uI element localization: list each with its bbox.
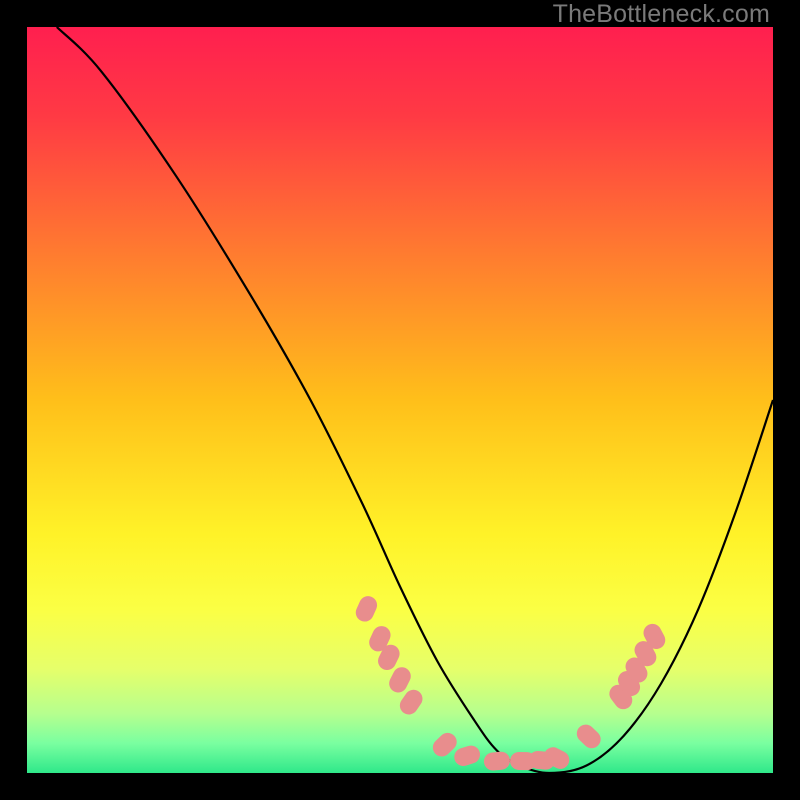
chart-frame: TheBottleneck.com (0, 0, 800, 800)
bottleneck-curve (57, 27, 773, 773)
marker-point (573, 721, 604, 752)
chart-svg (27, 27, 773, 773)
watermark-text: TheBottleneck.com (553, 0, 770, 29)
marker-point (452, 743, 482, 768)
marker-point (353, 593, 380, 624)
plot-area (27, 27, 773, 773)
marker-point (483, 751, 511, 771)
marker-group (353, 593, 669, 772)
